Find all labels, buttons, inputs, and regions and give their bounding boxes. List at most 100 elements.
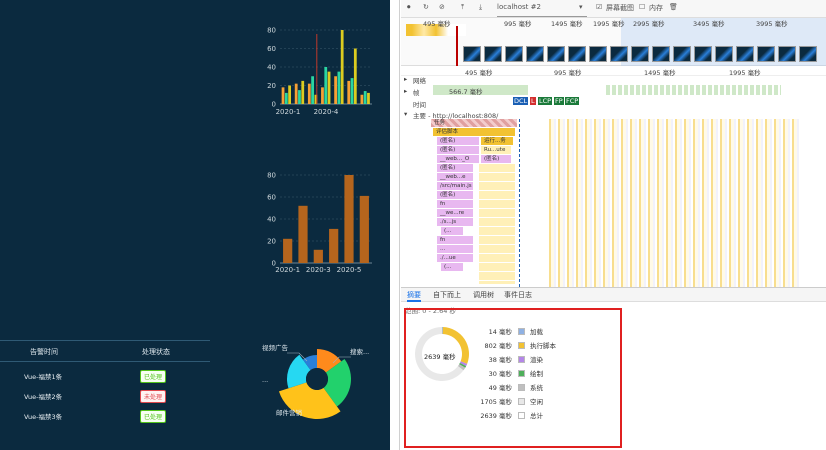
flame-item[interactable]: (匿名): [437, 164, 473, 172]
flame-item[interactable]: ./s...js: [437, 218, 473, 226]
screenshot-thumb[interactable]: [694, 46, 712, 62]
flame-item[interactable]: Ru...ute: [481, 146, 511, 154]
row-name: Vue-福禁1条: [24, 373, 63, 381]
screenshot-thumb[interactable]: [526, 46, 544, 62]
screenshot-thumb[interactable]: [589, 46, 607, 62]
bar-chart: 0204060802020-1 2020-3 2020-5: [267, 172, 372, 274]
status-badge: 未处理: [140, 390, 167, 403]
memory-checkbox[interactable]: ☐: [639, 3, 645, 17]
bar: [340, 30, 344, 104]
flame-item[interactable]: fn: [437, 236, 473, 244]
pie-label-search: 搜索...: [350, 348, 370, 356]
bar: [360, 94, 364, 104]
table-row[interactable]: Vue-福禁2条 未处理: [0, 388, 210, 408]
tab-event-log[interactable]: 事件日志: [504, 290, 532, 300]
screenshot-thumb[interactable]: [505, 46, 523, 62]
flame-item[interactable]: 运行...务: [481, 137, 513, 145]
legend-value: 802 毫秒: [484, 342, 512, 350]
pie-label-other: ...: [262, 376, 269, 384]
flame-task[interactable]: 任务: [431, 119, 517, 127]
legend-swatch: [518, 370, 525, 377]
track-frames[interactable]: 帧: [413, 87, 420, 97]
screenshots-checkbox[interactable]: ☑: [596, 3, 602, 17]
flame-item[interactable]: /src/main.js: [437, 182, 473, 190]
ruler-tick: 1995 毫秒: [729, 69, 761, 77]
frame-time: 566.7 毫秒: [449, 88, 483, 96]
ruler-tick: 995 毫秒: [504, 20, 532, 28]
flame-eval-script[interactable]: 评估脚本: [433, 128, 515, 136]
summary-legend-row: 38 毫秒 渲染: [476, 354, 596, 366]
flame-item[interactable]: (匿名): [437, 137, 479, 145]
tab-summary[interactable]: 摘要: [407, 290, 421, 302]
screenshot-thumb[interactable]: [463, 46, 481, 62]
chevron-down-icon[interactable]: ▾: [404, 110, 407, 118]
tab-bottom-up[interactable]: 自下而上: [433, 290, 461, 300]
flame-item[interactable]: fn: [437, 200, 473, 208]
marker-dcl[interactable]: DCL: [513, 97, 529, 105]
screenshot-thumb[interactable]: [547, 46, 565, 62]
legend-label: 执行脚本: [530, 342, 556, 350]
flame-item[interactable]: __web...e: [437, 173, 473, 181]
chevron-right-icon[interactable]: ▸: [404, 87, 407, 95]
flame-item[interactable]: (...: [441, 263, 463, 271]
screenshot-thumb[interactable]: [799, 46, 817, 62]
ruler-tick: 995 毫秒: [554, 69, 582, 77]
flame-item[interactable]: ...: [437, 245, 473, 253]
summary-legend-row: 802 毫秒 执行脚本: [476, 340, 596, 352]
screenshot-thumb[interactable]: [631, 46, 649, 62]
screenshot-thumb[interactable]: [568, 46, 586, 62]
upload-icon[interactable]: ⤒: [461, 3, 464, 17]
selection-handle[interactable]: [456, 26, 458, 66]
screenshot-thumb[interactable]: [757, 46, 775, 62]
flame-item[interactable]: __web..._O: [437, 155, 479, 163]
frame-bar[interactable]: 566.7 毫秒: [433, 85, 528, 96]
bar: [367, 92, 370, 104]
download-icon[interactable]: ⤓: [479, 3, 482, 17]
trash-icon[interactable]: 🗑: [669, 3, 678, 17]
pie-label-email: 邮件营销: [276, 409, 302, 417]
bar: [337, 71, 341, 104]
flame-chart[interactable]: 任务 评估脚本 (匿名) 运行...务 (匿名) Ru...ute __web.…: [401, 119, 826, 287]
screenshot-thumb[interactable]: [778, 46, 796, 62]
legend-swatch: [518, 398, 525, 405]
flame-item[interactable]: __we...re: [437, 209, 473, 217]
marker-lcp[interactable]: LCP: [538, 97, 553, 105]
tab-call-tree[interactable]: 调用树: [473, 290, 494, 300]
track-network[interactable]: 网络: [413, 75, 426, 85]
clear-icon[interactable]: ⊘: [439, 3, 445, 17]
y-tick-label: 80: [267, 172, 276, 180]
chevron-right-icon[interactable]: ▸: [404, 75, 407, 83]
screenshot-thumb[interactable]: [736, 46, 754, 62]
memory-label: 内存: [649, 4, 663, 12]
flame-item[interactable]: (匿名): [437, 146, 479, 154]
screenshot-thumb[interactable]: [484, 46, 502, 62]
screenshot-thumb[interactable]: [673, 46, 691, 62]
y-tick-label: 20: [267, 82, 276, 90]
table-row[interactable]: Vue-福禁1条 已处理: [0, 368, 210, 388]
record-icon[interactable]: ⏺: [407, 3, 411, 17]
screenshot-thumb[interactable]: [610, 46, 628, 62]
timeline-overview[interactable]: 495 毫秒 995 毫秒 1495 毫秒 1995 毫秒 2995 毫秒 34…: [401, 18, 826, 66]
marker-fp[interactable]: FP: [554, 97, 564, 105]
screenshot-thumb[interactable]: [715, 46, 733, 62]
summary-legend: 14 毫秒 加载 802 毫秒 执行脚本 38 毫秒 渲染 30 毫秒 绘制 49 毫秒 系统 17…: [476, 326, 616, 436]
split-divider[interactable]: [390, 0, 400, 450]
flame-item[interactable]: (匿名): [481, 155, 511, 163]
ruler-tick: 495 毫秒: [423, 20, 451, 28]
flame-item[interactable]: (...: [441, 227, 463, 235]
reload-icon[interactable]: ↻: [423, 3, 429, 17]
legend-label: 加载: [530, 328, 543, 336]
ruler-tick: 495 毫秒: [465, 69, 493, 77]
summary-highlight: 2639 毫秒 14 毫秒 加载 802 毫秒 执行脚本 38 毫秒 渲染 30 毫秒 绘制 4…: [404, 308, 622, 448]
table-row[interactable]: Vue-福禁3条 已处理: [0, 408, 210, 428]
y-tick-label: 80: [267, 27, 276, 35]
flame-item[interactable]: (匿名): [437, 191, 473, 199]
chevron-down-icon[interactable]: ▾: [579, 3, 583, 17]
table-header-status: 处理状态: [142, 348, 170, 356]
flame-item[interactable]: ./...ue: [437, 254, 473, 262]
marker-fcp[interactable]: FCP: [565, 97, 580, 105]
target-select[interactable]: localhost #2: [497, 3, 587, 17]
screenshot-thumb[interactable]: [652, 46, 670, 62]
bar: [344, 175, 354, 263]
marker-l[interactable]: L: [530, 97, 536, 105]
